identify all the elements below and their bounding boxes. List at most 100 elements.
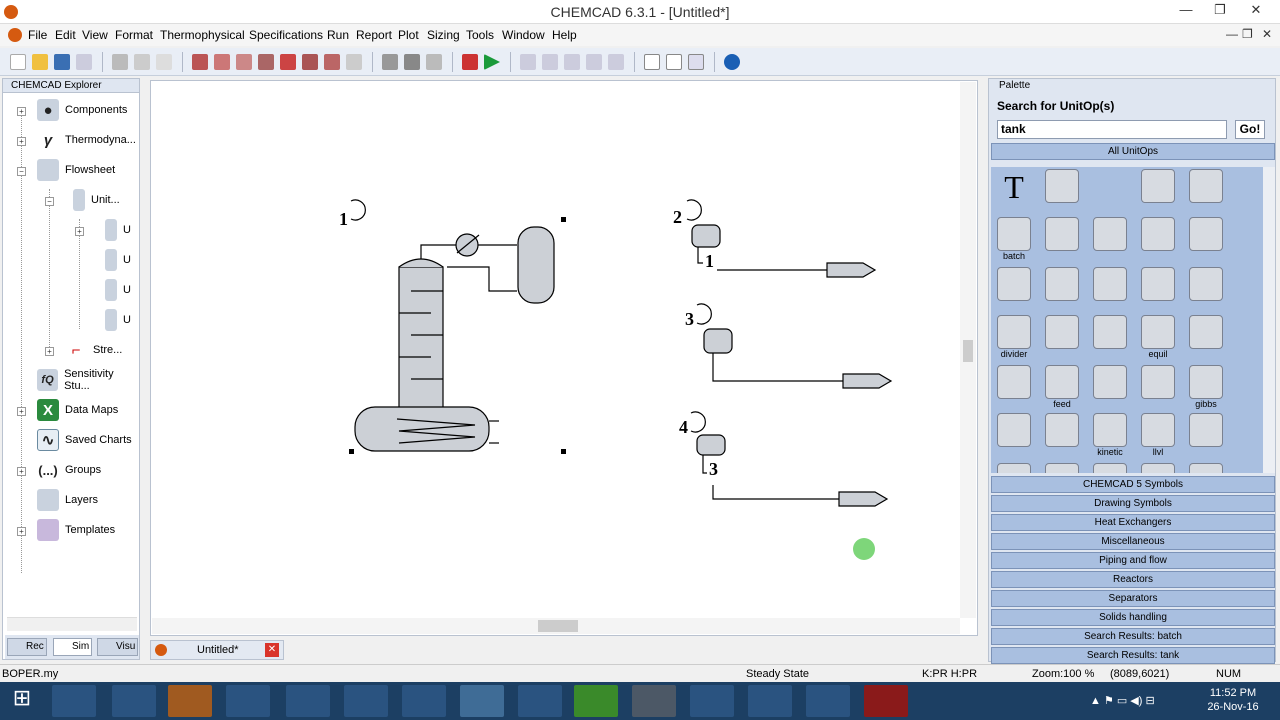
tree-item-components[interactable]: ● Components xyxy=(37,97,127,123)
gibbs-reactor-icon[interactable]: gibbs xyxy=(1183,363,1229,413)
text-tool-icon[interactable]: T xyxy=(991,167,1037,217)
rotate-icon[interactable] xyxy=(302,54,318,70)
menu-window[interactable]: Window xyxy=(502,28,545,42)
flip-icon[interactable] xyxy=(324,54,340,70)
menu-sizing[interactable]: Sizing xyxy=(427,28,460,42)
save-icon[interactable] xyxy=(54,54,70,70)
category-miscellaneous[interactable]: Miscellaneous xyxy=(991,533,1275,550)
distillation-column-unit[interactable] xyxy=(354,226,555,452)
vessel-unit-icon[interactable] xyxy=(1087,215,1133,265)
taskbar-clock[interactable]: 11:52 PM 26-Nov-16 xyxy=(1204,686,1262,714)
column-unit-icon[interactable] xyxy=(1135,215,1181,265)
system-tray-icons[interactable]: ▲ ⚑ ▭ ◀) ⊟ xyxy=(1090,694,1190,708)
expander-unit-icon[interactable] xyxy=(1183,313,1229,363)
table-tool-icon[interactable] xyxy=(1039,167,1085,217)
firefox-icon[interactable] xyxy=(402,685,446,717)
tank-unit-3[interactable] xyxy=(703,328,893,389)
menu-edit[interactable]: Edit xyxy=(55,28,76,42)
category-solids-handling[interactable]: Solids handling xyxy=(991,609,1275,626)
llvl-unit-icon[interactable]: llvl xyxy=(1135,411,1181,461)
expand-components[interactable]: + xyxy=(17,107,26,116)
expand-groups[interactable]: + xyxy=(17,467,26,476)
extractor-unit-icon[interactable] xyxy=(991,363,1037,413)
feed-unit-icon[interactable]: feed xyxy=(1039,363,1085,413)
palette-tool-icon[interactable] xyxy=(688,54,704,70)
calculator-unit-icon[interactable] xyxy=(1039,215,1085,265)
new-file-icon[interactable] xyxy=(10,54,26,70)
flowsheet-canvas[interactable]: 1 2 1 3 4 3 xyxy=(150,80,978,636)
cyclone-unit-icon[interactable] xyxy=(1135,265,1181,315)
tree-item-unit-3[interactable]: U xyxy=(105,277,131,303)
pump-unit-icon[interactable] xyxy=(1039,461,1085,473)
doc-minimize-button[interactable]: — xyxy=(1226,27,1238,41)
unit-3-id[interactable]: 3 xyxy=(685,303,712,329)
zoom-in-icon[interactable] xyxy=(214,54,230,70)
close-button[interactable]: ✕ xyxy=(1244,2,1268,22)
copy-icon[interactable] xyxy=(134,54,150,70)
palette-scrollbar[interactable] xyxy=(1263,167,1275,473)
taskbar-app-4-icon[interactable] xyxy=(226,685,270,717)
p-tool-icon[interactable] xyxy=(666,54,682,70)
expand-templates[interactable]: + xyxy=(17,527,26,536)
dryer-unit-icon[interactable] xyxy=(1183,265,1229,315)
menu-specifications[interactable]: Specifications xyxy=(249,28,323,42)
search-results-batch[interactable]: Search Results: batch xyxy=(991,628,1275,645)
chemcad-taskbar-icon[interactable] xyxy=(632,685,676,717)
taskbar-app-9-icon[interactable] xyxy=(518,685,562,717)
taskbar-app-10-icon[interactable] xyxy=(574,685,618,717)
tab-recycle[interactable]: Rec xyxy=(7,638,47,656)
tree-item-unit-2[interactable]: U xyxy=(105,247,131,273)
batch-reactor-icon[interactable]: batch xyxy=(991,215,1037,265)
close-tab-icon[interactable]: ✕ xyxy=(265,643,279,657)
lock-icon[interactable] xyxy=(426,54,442,70)
horizontal-scroll-thumb[interactable] xyxy=(538,620,578,632)
print-icon[interactable] xyxy=(382,54,398,70)
all-unitops-header[interactable]: All UnitOps xyxy=(991,143,1275,160)
menu-format[interactable]: Format xyxy=(115,28,153,42)
taskbar-app-5-icon[interactable] xyxy=(286,685,330,717)
expand-thermodynamics[interactable]: + xyxy=(17,137,26,146)
run-selected-icon[interactable] xyxy=(462,54,478,70)
maximize-button[interactable]: ❐ xyxy=(1208,2,1232,22)
c-tool-icon[interactable] xyxy=(644,54,660,70)
tab-visualization[interactable]: Visu xyxy=(97,638,139,656)
open-folder-icon[interactable] xyxy=(32,54,48,70)
tree-item-unit-4[interactable]: U xyxy=(105,307,131,333)
category-drawing-symbols[interactable]: Drawing Symbols xyxy=(991,495,1275,512)
category-separators[interactable]: Separators xyxy=(991,590,1275,607)
info-icon[interactable] xyxy=(724,54,740,70)
taskbar-app-1-icon[interactable] xyxy=(52,685,96,717)
category-chemcad5-symbols[interactable]: CHEMCAD 5 Symbols xyxy=(991,476,1275,493)
acrobat-icon[interactable] xyxy=(864,685,908,717)
tree-item-saved-charts[interactable]: ∿ Saved Charts xyxy=(37,427,132,453)
tree-item-templates[interactable]: Templates xyxy=(37,517,115,543)
menu-view[interactable]: View xyxy=(82,28,108,42)
document-tab[interactable]: Untitled* ✕ xyxy=(150,640,284,660)
print-preview-icon[interactable] xyxy=(76,54,92,70)
crystallizer-unit-icon[interactable] xyxy=(1087,265,1133,315)
paste-icon[interactable] xyxy=(156,54,172,70)
tank-unit-4[interactable] xyxy=(696,434,889,507)
pipe-unit-icon[interactable] xyxy=(1087,461,1133,473)
vertical-scroll-thumb[interactable] xyxy=(963,340,973,362)
tree-item-thermodynamics[interactable]: γ Thermodyna... xyxy=(37,127,136,153)
heater-unit-icon[interactable] xyxy=(1039,411,1085,461)
scds-unit-icon[interactable] xyxy=(1135,461,1181,473)
menu-report[interactable]: Report xyxy=(356,28,392,42)
equilibrium-reactor-icon[interactable]: equil xyxy=(1135,313,1181,363)
tree-item-unit-1[interactable]: U xyxy=(105,217,131,243)
cut-icon[interactable] xyxy=(112,54,128,70)
run-all-icon[interactable] xyxy=(484,54,500,70)
taskbar-app-12-icon[interactable] xyxy=(690,685,734,717)
tree-item-groups[interactable]: (...) Groups xyxy=(37,457,101,483)
divider-unit-icon[interactable]: divider xyxy=(991,313,1037,363)
taskbar-app-3-icon[interactable] xyxy=(168,685,212,717)
unitop-search-input[interactable]: tank xyxy=(997,120,1227,139)
tank-unit-2[interactable] xyxy=(691,224,877,278)
file-explorer-icon[interactable] xyxy=(460,685,504,717)
canvas-horizontal-scrollbar[interactable] xyxy=(152,618,960,634)
tree-item-unitops[interactable]: Unit... xyxy=(73,187,120,213)
arrange-icon[interactable] xyxy=(280,54,296,70)
doc-restore-button[interactable]: ❐ xyxy=(1242,27,1253,41)
heat-recovery-icon[interactable] xyxy=(991,411,1037,461)
